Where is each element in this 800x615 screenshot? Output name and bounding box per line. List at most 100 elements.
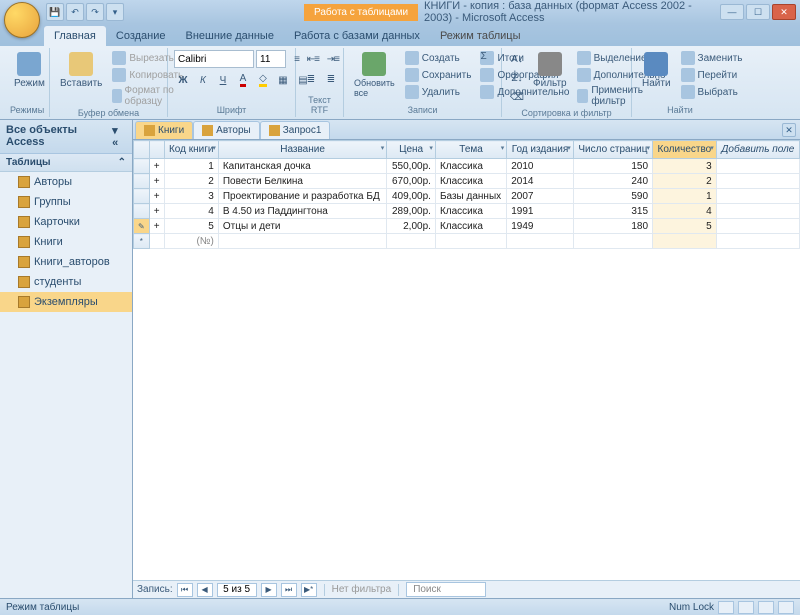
- cell[interactable]: 550,00р.: [387, 159, 436, 174]
- cell[interactable]: 2014: [507, 174, 574, 189]
- cell[interactable]: 670,00р.: [387, 174, 436, 189]
- collapse-icon[interactable]: ⌃: [118, 157, 126, 168]
- refresh-all-button[interactable]: Обновить все: [350, 50, 399, 100]
- indent-dec-icon[interactable]: ⇤: [302, 50, 320, 68]
- cell[interactable]: Классика: [435, 159, 506, 174]
- column-header[interactable]: Код книги▾: [164, 141, 218, 159]
- cell[interactable]: [716, 159, 799, 174]
- nav-prev-button[interactable]: ◀: [197, 583, 213, 597]
- qat-redo-icon[interactable]: ↷: [86, 3, 104, 21]
- dropdown-icon[interactable]: ▾: [647, 144, 651, 152]
- cell[interactable]: (№): [164, 234, 218, 249]
- view-button[interactable]: Режим: [10, 50, 49, 91]
- row-selector-new[interactable]: *: [134, 234, 150, 249]
- expand-row-icon[interactable]: +: [149, 204, 164, 219]
- cell[interactable]: 315: [573, 204, 652, 219]
- sort-desc-icon[interactable]: Z↓: [508, 69, 526, 87]
- minimize-button[interactable]: —: [720, 4, 744, 20]
- ribbon-tab-datasheet[interactable]: Режим таблицы: [430, 26, 531, 46]
- cell[interactable]: [716, 219, 799, 234]
- cell[interactable]: 5: [164, 219, 218, 234]
- find-button[interactable]: Найти: [638, 50, 675, 91]
- cell[interactable]: Проектирование и разработка БД: [218, 189, 386, 204]
- nav-new-button[interactable]: ▶*: [301, 583, 317, 597]
- underline-button[interactable]: Ч: [214, 71, 232, 89]
- nav-last-button[interactable]: ⏭: [281, 583, 297, 597]
- cell[interactable]: 2,00р.: [387, 219, 436, 234]
- cell[interactable]: Базы данных: [435, 189, 506, 204]
- view-pivot-icon[interactable]: [738, 601, 754, 614]
- close-tab-button[interactable]: ✕: [782, 123, 796, 137]
- cell[interactable]: Повести Белкина: [218, 174, 386, 189]
- row-selector[interactable]: [134, 159, 150, 174]
- nav-next-button[interactable]: ▶: [261, 583, 277, 597]
- cell[interactable]: 2: [164, 174, 218, 189]
- list-number-icon[interactable]: ≣: [322, 70, 340, 88]
- replace-button[interactable]: Заменить: [678, 50, 746, 66]
- nav-item[interactable]: Авторы: [0, 172, 132, 192]
- column-header[interactable]: Цена▾: [387, 141, 436, 159]
- dropdown-icon[interactable]: ▾: [710, 144, 714, 152]
- dropdown-icon[interactable]: ▾: [501, 144, 505, 152]
- ribbon-tab-create[interactable]: Создание: [106, 26, 176, 46]
- nav-header[interactable]: Все объекты Access ▾ «: [0, 120, 132, 154]
- cell[interactable]: В 4.50 из Паддингтона: [218, 204, 386, 219]
- nav-section-tables[interactable]: Таблицы ⌃: [0, 154, 132, 172]
- cell[interactable]: 3: [653, 159, 717, 174]
- office-button[interactable]: [4, 2, 40, 38]
- cell[interactable]: 4: [653, 204, 717, 219]
- view-pivotchart-icon[interactable]: [758, 601, 774, 614]
- cell[interactable]: 150: [573, 159, 652, 174]
- cell[interactable]: 590: [573, 189, 652, 204]
- goto-button[interactable]: Перейти: [678, 67, 746, 83]
- doc-tab[interactable]: Книги: [135, 121, 193, 139]
- nav-item[interactable]: студенты: [0, 272, 132, 292]
- add-field-column[interactable]: Добавить поле: [716, 141, 799, 159]
- expand-row-icon[interactable]: +: [149, 219, 164, 234]
- dropdown-icon[interactable]: ▾: [567, 144, 571, 152]
- close-button[interactable]: ✕: [772, 4, 796, 20]
- cell[interactable]: 3: [164, 189, 218, 204]
- new-record-button[interactable]: Создать: [402, 50, 475, 66]
- row-selector[interactable]: ✎: [134, 219, 150, 234]
- list-bullet-icon[interactable]: ≣: [302, 70, 320, 88]
- font-color-button[interactable]: A: [234, 71, 252, 89]
- font-size-select[interactable]: [256, 50, 286, 68]
- cell[interactable]: 240: [573, 174, 652, 189]
- expand-row-icon[interactable]: +: [149, 189, 164, 204]
- dropdown-icon[interactable]: ▾: [212, 144, 216, 152]
- cell[interactable]: 289,00р.: [387, 204, 436, 219]
- cell[interactable]: 1: [653, 189, 717, 204]
- search-box[interactable]: Поиск: [406, 582, 486, 597]
- cell[interactable]: 1991: [507, 204, 574, 219]
- dropdown-icon[interactable]: ▾: [381, 144, 385, 152]
- cell[interactable]: Классика: [435, 219, 506, 234]
- column-header[interactable]: Год издания▾: [507, 141, 574, 159]
- ribbon-tab-home[interactable]: Главная: [44, 26, 106, 46]
- cell[interactable]: 4: [164, 204, 218, 219]
- column-header[interactable]: Тема▾: [435, 141, 506, 159]
- chevron-down-icon[interactable]: ▾ «: [112, 124, 126, 149]
- nav-first-button[interactable]: ⏮: [177, 583, 193, 597]
- cell[interactable]: 2: [653, 174, 717, 189]
- cell[interactable]: 180: [573, 219, 652, 234]
- save-record-button[interactable]: Сохранить: [402, 67, 475, 83]
- nav-item[interactable]: Карточки: [0, 212, 132, 232]
- cell[interactable]: 1: [164, 159, 218, 174]
- cell[interactable]: 2010: [507, 159, 574, 174]
- paste-button[interactable]: Вставить: [56, 50, 106, 91]
- cell[interactable]: [716, 204, 799, 219]
- qat-save-icon[interactable]: 💾: [46, 3, 64, 21]
- delete-record-button[interactable]: Удалить: [402, 84, 475, 100]
- cell[interactable]: Классика: [435, 204, 506, 219]
- nav-item[interactable]: Группы: [0, 192, 132, 212]
- expand-row-icon[interactable]: +: [149, 174, 164, 189]
- expand-row-icon[interactable]: +: [149, 159, 164, 174]
- cell[interactable]: 2007: [507, 189, 574, 204]
- clear-sort-icon[interactable]: ⌫: [508, 88, 526, 106]
- cell[interactable]: 409,00р.: [387, 189, 436, 204]
- cell[interactable]: [716, 174, 799, 189]
- row-selector[interactable]: [134, 204, 150, 219]
- cell[interactable]: [716, 189, 799, 204]
- doc-tab[interactable]: Авторы: [193, 121, 260, 139]
